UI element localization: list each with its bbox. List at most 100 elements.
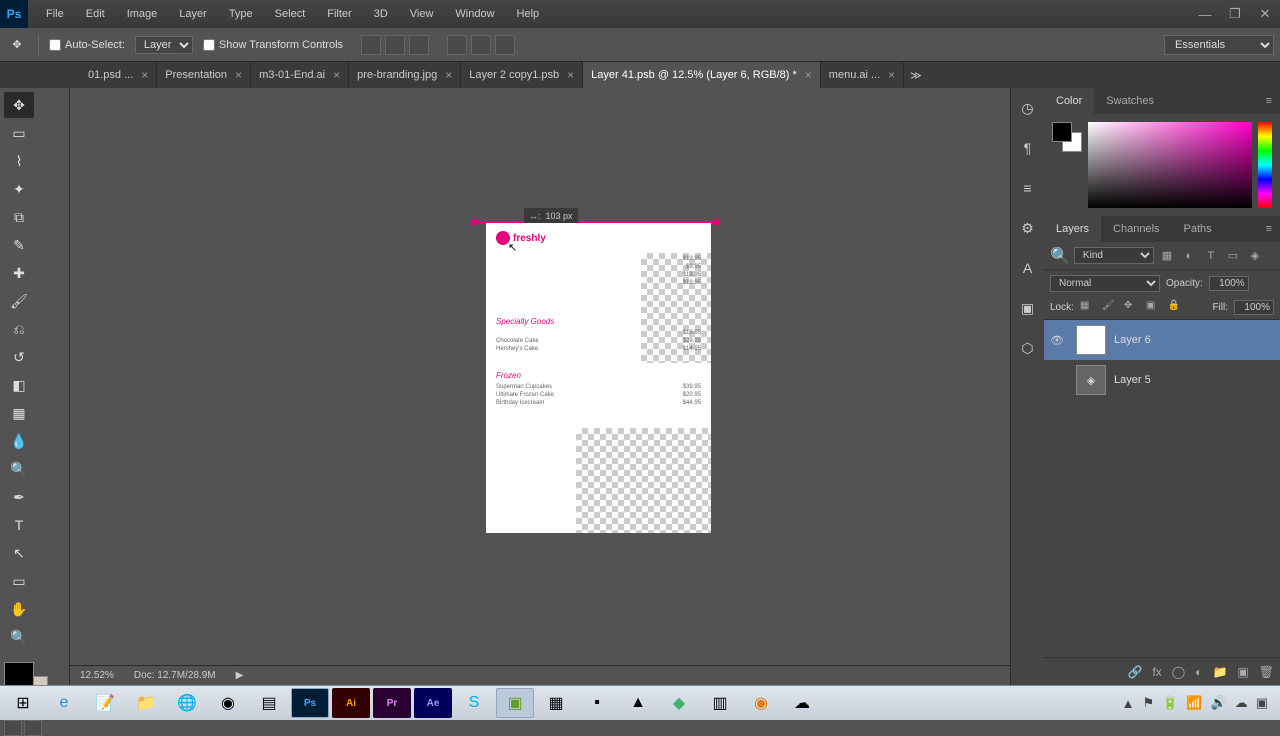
skype-icon[interactable]: S <box>455 688 493 718</box>
paragraph-panel-icon[interactable]: ≡ <box>1018 178 1038 198</box>
hand-tool[interactable]: ✋ <box>4 596 34 622</box>
menu-3d[interactable]: 3D <box>364 4 398 24</box>
type-panel-icon[interactable]: A <box>1018 258 1038 278</box>
tab-overflow-icon[interactable]: ≫ <box>910 69 922 82</box>
hue-slider[interactable] <box>1258 122 1272 208</box>
ie-icon[interactable]: e <box>45 688 83 718</box>
eyedropper-tool[interactable]: ✎ <box>4 232 34 258</box>
project-icon[interactable]: ▤ <box>250 688 288 718</box>
app-icon[interactable]: ◆ <box>660 688 698 718</box>
layer-thumbnail[interactable]: ◈ <box>1076 365 1106 395</box>
properties-panel-icon[interactable]: ⚙ <box>1018 218 1038 238</box>
layer-mask-icon[interactable]: ◯ <box>1172 665 1185 679</box>
canvas-area[interactable]: ↔: 103 px ↕: 0 px freshly ↖ $19.95 $9.95… <box>70 88 1010 685</box>
blender-icon[interactable]: ◉ <box>742 688 780 718</box>
gradient-tool[interactable]: ▦ <box>4 400 34 426</box>
tab-close-icon[interactable]: × <box>445 68 452 82</box>
camtasia-icon[interactable]: ▣ <box>496 688 534 718</box>
healing-tool[interactable]: ✚ <box>4 260 34 286</box>
layer-style-icon[interactable]: fx <box>1152 665 1161 679</box>
photoshop-icon[interactable]: Ps <box>291 688 329 718</box>
crop-tool[interactable]: ⧉ <box>4 204 34 230</box>
show-transform-checkbox[interactable]: Show Transform Controls <box>203 39 343 51</box>
quickmask-icon[interactable] <box>4 720 22 736</box>
tab-close-icon[interactable]: × <box>567 68 574 82</box>
lock-transparency-icon[interactable]: ▦ <box>1080 300 1096 316</box>
menu-select[interactable]: Select <box>265 4 316 24</box>
opacity-input[interactable] <box>1209 276 1249 291</box>
align-right-icon[interactable] <box>495 35 515 55</box>
zoom-tool[interactable]: 🔍 <box>4 624 34 650</box>
filter-type-icon[interactable]: T <box>1202 247 1220 265</box>
layer-thumbnail[interactable] <box>1076 325 1106 355</box>
tray-icon[interactable]: ▲ <box>1122 696 1135 711</box>
aftereffects-icon[interactable]: Ae <box>414 688 452 718</box>
new-group-icon[interactable]: 📁 <box>1212 665 1227 679</box>
app-icon[interactable]: ▲ <box>619 688 657 718</box>
tab-color[interactable]: Color <box>1044 88 1094 114</box>
illustrator-icon[interactable]: Ai <box>332 688 370 718</box>
link-layers-icon[interactable]: 🔗 <box>1127 665 1142 679</box>
fill-input[interactable] <box>1234 300 1274 315</box>
auto-select-checkbox[interactable]: Auto-Select: <box>49 39 125 51</box>
doc-tab[interactable]: Presentation× <box>157 62 251 88</box>
tab-layers[interactable]: Layers <box>1044 216 1101 242</box>
app-icon[interactable]: ▦ <box>537 688 575 718</box>
brush-tool[interactable]: 🖌 <box>4 288 34 314</box>
filter-adjust-icon[interactable]: ◐ <box>1180 247 1198 265</box>
menu-layer[interactable]: Layer <box>169 4 217 24</box>
menu-window[interactable]: Window <box>445 4 504 24</box>
doc-tab-active[interactable]: Layer 41.psb @ 12.5% (Layer 6, RGB/8) *× <box>583 62 821 88</box>
doc-tab[interactable]: pre-branding.jpg× <box>349 62 461 88</box>
lasso-tool[interactable]: ⌇ <box>4 148 34 174</box>
menu-view[interactable]: View <box>400 4 444 24</box>
history-brush-tool[interactable]: ↺ <box>4 344 34 370</box>
magic-wand-tool[interactable]: ✦ <box>4 176 34 202</box>
menu-edit[interactable]: Edit <box>76 4 115 24</box>
auto-select-dropdown[interactable]: Layer <box>135 36 193 54</box>
character-panel-icon[interactable]: ¶ <box>1018 138 1038 158</box>
tab-close-icon[interactable]: × <box>888 68 895 82</box>
tab-close-icon[interactable]: × <box>141 68 148 82</box>
new-layer-icon[interactable]: ▣ <box>1237 665 1248 679</box>
doc-tab[interactable]: 01.psd ...× <box>80 62 157 88</box>
system-tray[interactable]: ▲ ⚑ 🔋 📶 🔊 ☁ ▣ <box>1122 695 1276 711</box>
start-button[interactable]: ⊞ <box>4 688 42 718</box>
layer-name[interactable]: Layer 5 <box>1114 374 1151 386</box>
marquee-tool[interactable]: ▭ <box>4 120 34 146</box>
chrome-icon[interactable]: ◉ <box>209 688 247 718</box>
menu-filter[interactable]: Filter <box>317 4 361 24</box>
path-select-tool[interactable]: ↖ <box>4 540 34 566</box>
minimize-button[interactable]: — <box>1190 4 1220 24</box>
tray-icon[interactable]: 🔋 <box>1162 695 1178 711</box>
layer-filter-kind[interactable]: Kind <box>1074 247 1154 264</box>
doc-tab[interactable]: Layer 2 copy1.psb× <box>461 62 583 88</box>
align-top-icon[interactable] <box>361 35 381 55</box>
tray-icon[interactable]: ⚑ <box>1142 695 1154 711</box>
lock-all-icon[interactable]: 🔒 <box>1168 300 1184 316</box>
doc-tab[interactable]: m3-01-End.ai× <box>251 62 349 88</box>
delete-layer-icon[interactable]: 🗑 <box>1259 665 1274 679</box>
shape-tool[interactable]: ▭ <box>4 568 34 594</box>
tray-icon[interactable]: ☁ <box>1235 695 1248 711</box>
move-tool[interactable]: ✥ <box>4 92 34 118</box>
tab-close-icon[interactable]: × <box>333 68 340 82</box>
notes-icon[interactable]: 📝 <box>86 688 124 718</box>
adjustment-layer-icon[interactable]: ◐ <box>1195 665 1202 679</box>
stamp-tool[interactable]: ⎌ <box>4 316 34 342</box>
eraser-tool[interactable]: ◧ <box>4 372 34 398</box>
tab-channels[interactable]: Channels <box>1101 216 1171 242</box>
document-canvas[interactable]: freshly ↖ $19.95 $9.95 $19.95 $19.95 Spe… <box>486 223 711 533</box>
workspace-switcher[interactable]: Essentials <box>1164 35 1274 55</box>
libraries-panel-icon[interactable]: ▣ <box>1018 298 1038 318</box>
mini-color-swatches[interactable] <box>1052 122 1082 156</box>
type-tool[interactable]: T <box>4 512 34 538</box>
align-left-icon[interactable] <box>447 35 467 55</box>
history-panel-icon[interactable]: ◷ <box>1018 98 1038 118</box>
tray-icon[interactable]: 📶 <box>1186 695 1202 711</box>
tab-close-icon[interactable]: × <box>805 68 812 82</box>
pen-tool[interactable]: ✒ <box>4 484 34 510</box>
premiere-icon[interactable]: Pr <box>373 688 411 718</box>
filter-shape-icon[interactable]: ▭ <box>1224 247 1242 265</box>
terminal-icon[interactable]: ▪ <box>578 688 616 718</box>
